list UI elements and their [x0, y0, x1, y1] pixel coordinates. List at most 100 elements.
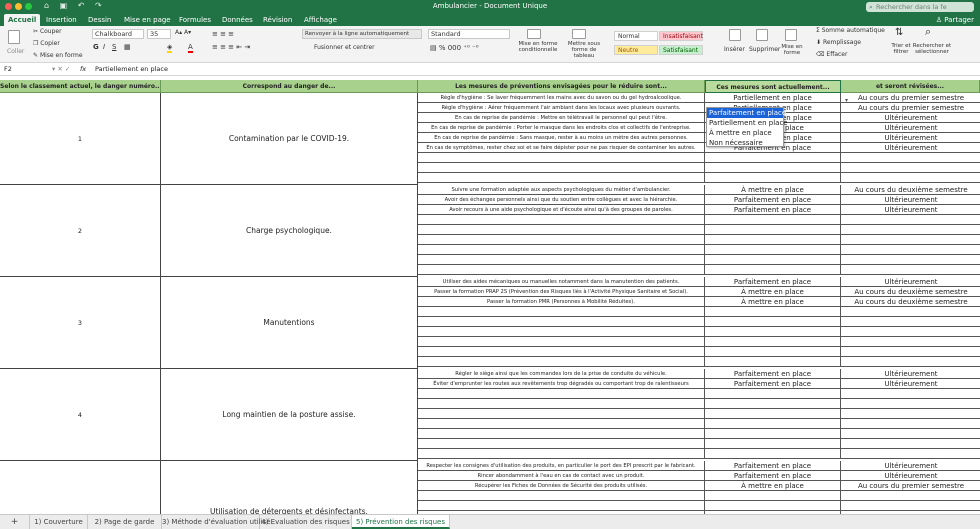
dropdown-option[interactable]: Parfaitement en place	[707, 108, 786, 118]
measure-cell[interactable]: Éviter d'emprunter les routes aux revête…	[418, 379, 705, 389]
fill-button[interactable]: ⬇ Remplissage	[816, 39, 861, 47]
revision-cell[interactable]	[841, 337, 980, 347]
status-cell[interactable]	[705, 389, 841, 399]
status-cell[interactable]	[705, 317, 841, 327]
paste-button[interactable]: Coller	[7, 48, 24, 56]
format-button[interactable]: Mise en forme	[781, 44, 803, 56]
status-cell[interactable]	[705, 409, 841, 419]
measure-cell[interactable]	[418, 255, 705, 265]
font-size-select[interactable]: 35	[147, 29, 171, 39]
measure-cell[interactable]: Récupérer les Fiches de Données de Sécur…	[418, 481, 705, 491]
status-cell[interactable]	[705, 419, 841, 429]
measure-cell[interactable]: En cas de reprise de pandémie : Sans mas…	[418, 133, 705, 143]
revision-cell[interactable]: Au cours du premier semestre	[841, 481, 980, 491]
style-insatisfaisant[interactable]: Insatisfaisant	[659, 31, 703, 41]
revision-cell[interactable]	[841, 449, 980, 459]
status-cell[interactable]: Parfaitement en place	[705, 195, 841, 205]
status-cell[interactable]	[705, 347, 841, 357]
fx-icon[interactable]: fx	[80, 63, 86, 75]
revision-cell[interactable]: Au cours du deuxième semestre	[841, 185, 980, 195]
dropdown-option[interactable]: Partiellement en place	[707, 118, 788, 128]
measure-cell[interactable]: Suivre une formation adaptée aux aspects…	[418, 185, 705, 195]
sort-filter-button[interactable]: Trier et filtrer	[888, 43, 914, 55]
status-cell[interactable]: Parfaitement en place	[705, 461, 841, 471]
font-select[interactable]: Chalkboard	[92, 29, 144, 39]
status-cell[interactable]: Parfaitement en place	[705, 369, 841, 379]
revision-cell[interactable]	[841, 235, 980, 245]
conditional-format-icon[interactable]	[527, 29, 541, 39]
status-cell[interactable]	[705, 173, 841, 183]
format-cells-icon[interactable]	[785, 29, 797, 41]
danger-number-cell[interactable]: 3	[0, 277, 161, 369]
revision-cell[interactable]	[841, 419, 980, 429]
status-cell[interactable]	[705, 153, 841, 163]
status-cell[interactable]	[705, 399, 841, 409]
revision-cell[interactable]	[841, 409, 980, 419]
revision-cell[interactable]	[841, 327, 980, 337]
measure-cell[interactable]: Passer la formation PMR (Personnes à Mob…	[418, 297, 705, 307]
revision-cell[interactable]	[841, 255, 980, 265]
worksheet-grid[interactable]: Selon le classement actuel, le danger nu…	[0, 80, 980, 514]
measure-cell[interactable]: Passer la formation PRAP 2S (Prévention …	[418, 287, 705, 297]
tab-7[interactable]: Affichage	[300, 14, 341, 26]
measure-cell[interactable]: Règle d'hygiène : Se laver fréquemment l…	[418, 93, 705, 103]
table-format-icon[interactable]	[572, 29, 586, 39]
revision-cell[interactable]: Ultérieurement	[841, 369, 980, 379]
dropdown-arrow-icon[interactable]: ▾	[843, 97, 850, 105]
measure-cell[interactable]	[418, 307, 705, 317]
revision-cell[interactable]	[841, 153, 980, 163]
sheet-tab[interactable]: 1) Couverture	[30, 515, 88, 529]
delete-button[interactable]: Supprimer	[749, 46, 780, 54]
revision-cell[interactable]	[841, 429, 980, 439]
measure-cell[interactable]: Respecter les consignes d'utilisation de…	[418, 461, 705, 471]
number-format-icons[interactable]: ▤ % 000 ⁺⁰ ⁻⁰	[430, 44, 479, 52]
borders-icon[interactable]: ▦	[124, 43, 131, 51]
danger-name-cell[interactable]: Manutentions	[161, 277, 418, 369]
sheet-tab[interactable]: 5) Prévention des risques	[352, 515, 450, 529]
revision-cell[interactable]: Ultérieurement	[841, 205, 980, 215]
table-format-button[interactable]: Mettre sous forme de tableau	[562, 41, 606, 59]
formula-icons[interactable]: ▾ ✕ ✓	[52, 63, 70, 75]
measure-cell[interactable]: Régler le siège ainsi que les commandes …	[418, 369, 705, 379]
revision-cell[interactable]	[841, 163, 980, 173]
measure-cell[interactable]	[418, 235, 705, 245]
revision-cell[interactable]: Au cours du premier semestre	[841, 103, 980, 113]
number-format-select[interactable]: Standard	[428, 29, 510, 39]
insert-button[interactable]: Insérer	[724, 46, 745, 54]
measure-cell[interactable]	[418, 347, 705, 357]
measure-cell[interactable]	[418, 317, 705, 327]
align-icons[interactable]: ≡ ≡ ≡	[212, 30, 234, 38]
search-field[interactable]: ⌕ Rechercher dans la fe	[866, 2, 974, 12]
danger-number-cell[interactable]: 4	[0, 369, 161, 461]
measure-cell[interactable]: Avoir recours à une aide psychologique e…	[418, 205, 705, 215]
status-cell[interactable]	[705, 245, 841, 255]
revision-cell[interactable]: Ultérieurement	[841, 143, 980, 153]
status-cell[interactable]	[705, 501, 841, 511]
measure-cell[interactable]	[418, 501, 705, 511]
merge-center-button[interactable]: Fusionner et centrer	[314, 44, 375, 52]
formula-input[interactable]: Partiellement en place	[95, 63, 168, 75]
status-cell[interactable]	[705, 225, 841, 235]
revision-cell[interactable]	[841, 399, 980, 409]
danger-number-cell[interactable]: 1	[0, 93, 161, 185]
status-cell[interactable]: Parfaitement en place	[705, 379, 841, 389]
revision-cell[interactable]: Au cours du premier semestre	[841, 93, 980, 103]
measure-cell[interactable]	[418, 215, 705, 225]
status-cell[interactable]: Parfaitement en place	[705, 471, 841, 481]
align-icons-2[interactable]: ≡ ≡ ≡ ⇤ ⇥	[212, 43, 250, 51]
measure-cell[interactable]	[418, 429, 705, 439]
measure-cell[interactable]	[418, 173, 705, 183]
measure-cell[interactable]	[418, 357, 705, 367]
tab-1[interactable]: Insertion	[42, 14, 81, 26]
status-cell[interactable]: À mettre en place	[705, 185, 841, 195]
status-cell[interactable]	[705, 439, 841, 449]
measure-cell[interactable]	[418, 409, 705, 419]
danger-name-cell[interactable]: Long maintien de la posture assise.	[161, 369, 418, 461]
cut-button[interactable]: ✂ Couper	[33, 28, 62, 36]
find-icon[interactable]: ⌕	[925, 26, 931, 37]
measure-cell[interactable]	[418, 399, 705, 409]
status-cell[interactable]	[705, 357, 841, 367]
revision-cell[interactable]	[841, 215, 980, 225]
sheet-tab[interactable]: 2) Page de garde	[88, 515, 162, 529]
style-neutre[interactable]: Neutre	[614, 45, 658, 55]
